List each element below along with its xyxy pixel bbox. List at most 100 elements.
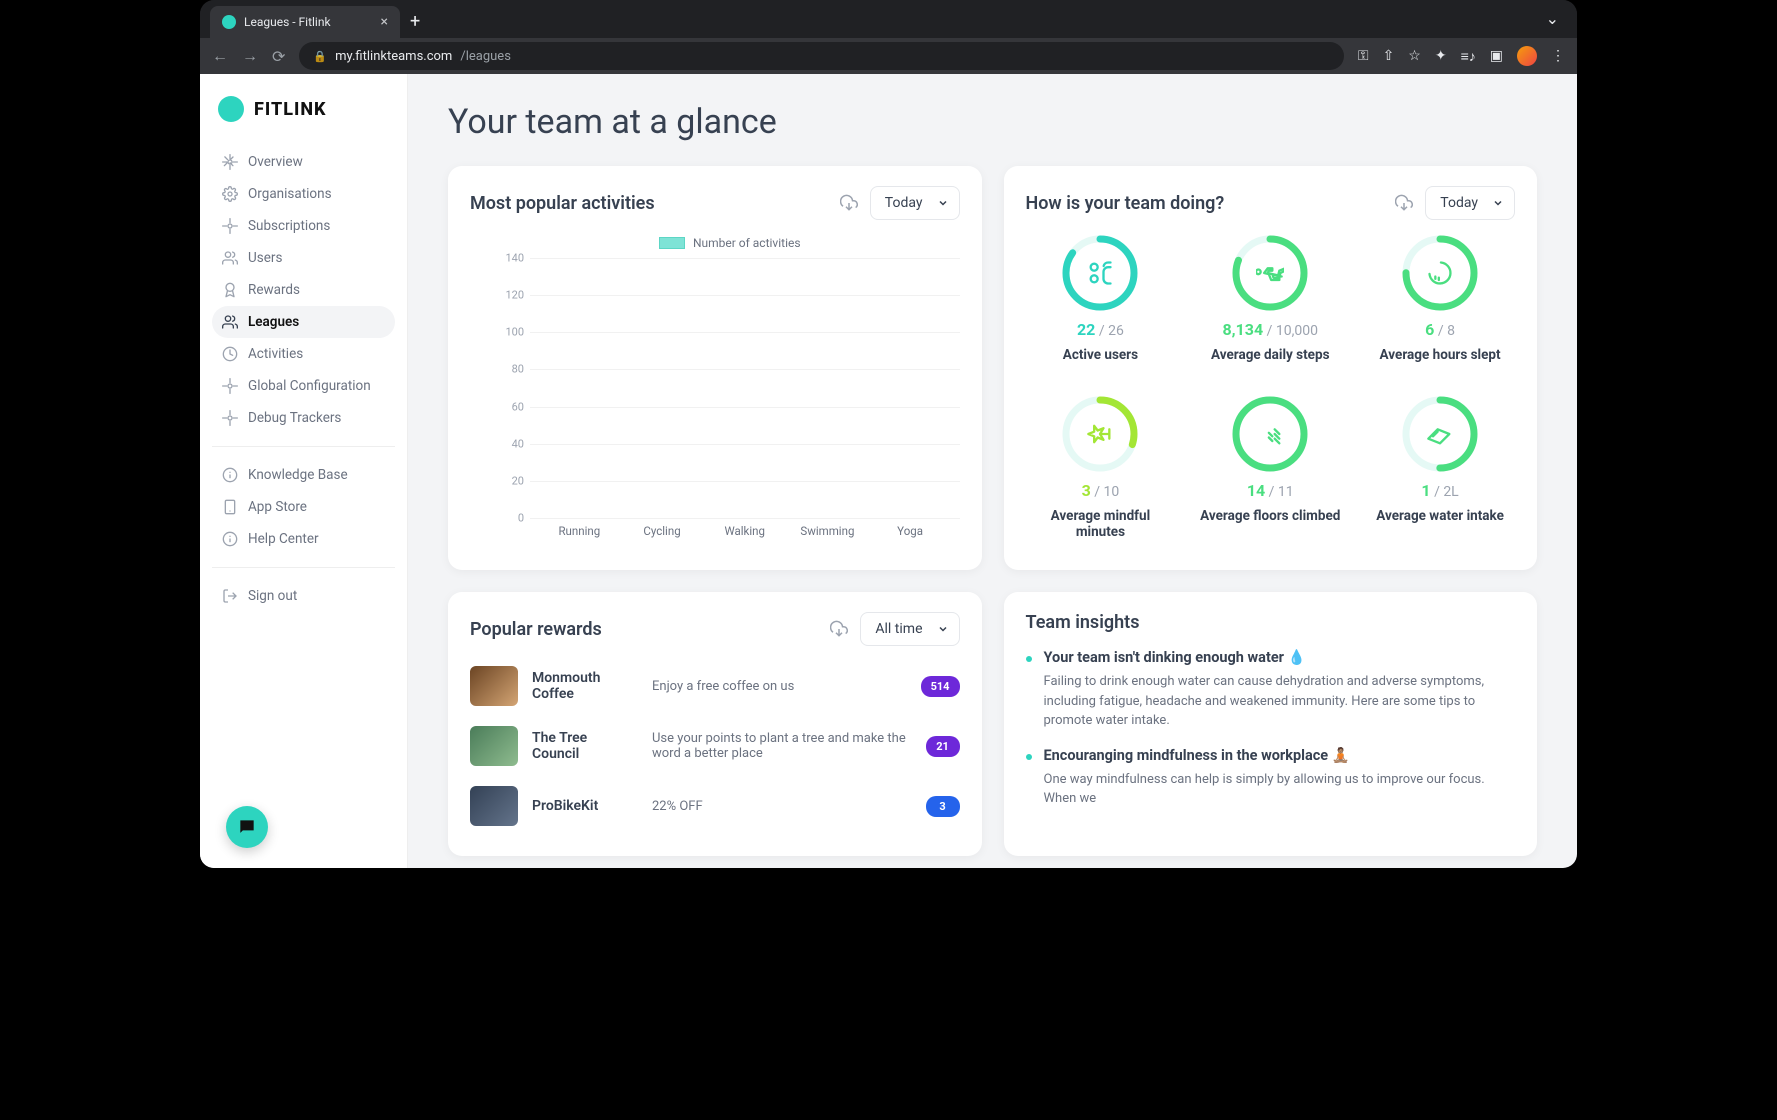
- panel-icon[interactable]: ▣: [1490, 48, 1503, 64]
- sidebar-item-label: Overview: [248, 154, 303, 170]
- logo-text: FITLINK: [254, 99, 326, 120]
- stat-label: Average floors climbed: [1200, 508, 1340, 524]
- reward-image: [470, 666, 518, 706]
- overview-icon: [222, 154, 238, 170]
- sidebar-item-rewards[interactable]: Rewards: [212, 274, 395, 306]
- sidebar-item-label: Help Center: [248, 531, 319, 547]
- forward-icon[interactable]: →: [242, 46, 258, 66]
- sidebar-item-knowledge-base[interactable]: Knowledge Base: [212, 459, 395, 491]
- subscriptions-icon: [222, 218, 238, 234]
- stat-label: Average mindful minutes: [1026, 508, 1176, 540]
- chart-bars: [538, 258, 952, 518]
- sidebar-item-subscriptions[interactable]: Subscriptions: [212, 210, 395, 242]
- address-bar[interactable]: 🔒 my.fitlinkteams.com/leagues: [299, 42, 1344, 70]
- sidebar-item-users[interactable]: Users: [212, 242, 395, 274]
- sidebar-divider: [212, 446, 395, 447]
- team-card: How is your team doing? Today 22 / 26 Ac…: [1004, 166, 1538, 570]
- browser-tab[interactable]: Leagues - Fitlink ×: [210, 6, 400, 38]
- chart-y-tick: 40: [500, 437, 524, 450]
- legend-swatch: [659, 237, 685, 249]
- activities-card: Most popular activities Today Nu: [448, 166, 982, 570]
- browser-tab-strip: Leagues - Fitlink × + ⌄: [200, 0, 1577, 38]
- stat-item: 3 / 10 Average mindful minutes: [1026, 395, 1176, 540]
- reward-count-badge: 21: [926, 736, 960, 757]
- period-select[interactable]: All time: [860, 612, 959, 646]
- reward-row[interactable]: ProBikeKit 22% OFF 3: [470, 776, 960, 836]
- stat-item: 1 / 2L Average water intake: [1365, 395, 1515, 540]
- download-icon[interactable]: [1395, 194, 1413, 212]
- sidebar-item-organisations[interactable]: Organisations: [212, 178, 395, 210]
- sidebar-item-debug-trackers[interactable]: Debug Trackers: [212, 402, 395, 434]
- insight-body: One way mindfulness can help is simply b…: [1044, 770, 1516, 809]
- key-icon[interactable]: ⚿: [1358, 48, 1369, 64]
- insight-item: Encouranging mindfulness in the workplac…: [1026, 747, 1516, 809]
- stat-ring: [1061, 395, 1139, 473]
- rewards-card: Popular rewards All time Monmouth Coffee…: [448, 592, 982, 856]
- sidebar-item-label: Rewards: [248, 282, 300, 298]
- sidebar-item-label: Subscriptions: [248, 218, 330, 234]
- page-title: Your team at a glance: [448, 102, 1537, 142]
- sidebar-item-label: Organisations: [248, 186, 332, 202]
- period-value: Today: [1440, 195, 1478, 211]
- chevron-down-icon: [937, 623, 949, 635]
- extensions-icon[interactable]: ✦: [1435, 48, 1447, 64]
- media-icon[interactable]: ≡♪: [1461, 48, 1476, 65]
- insights-card: Team insights Your team isn't dinking en…: [1004, 592, 1538, 856]
- chart-y-tick: 140: [500, 252, 524, 265]
- chart-x-label: Swimming: [790, 524, 864, 538]
- close-icon[interactable]: ×: [381, 14, 388, 30]
- chart-y-tick: 60: [500, 400, 524, 413]
- leagues-icon: [222, 314, 238, 330]
- share-icon[interactable]: ⇧: [1383, 48, 1395, 64]
- reward-row[interactable]: Monmouth Coffee Enjoy a free coffee on u…: [470, 656, 960, 716]
- legend-label: Number of activities: [693, 236, 801, 250]
- reward-row[interactable]: The Tree Council Use your points to plan…: [470, 716, 960, 776]
- url-path: /leagues: [460, 49, 511, 64]
- stat-item: 6 / 8 Average hours slept: [1365, 234, 1515, 363]
- chart-x-label: Walking: [708, 524, 782, 538]
- stat-value: 22 / 26: [1077, 320, 1124, 339]
- sidebar-item-global-configuration[interactable]: Global Configuration: [212, 370, 395, 402]
- stat-label: Average daily steps: [1211, 347, 1330, 363]
- sidebar-signout[interactable]: Sign out: [212, 580, 395, 612]
- card-title: Popular rewards: [470, 619, 602, 640]
- download-icon[interactable]: [830, 620, 848, 638]
- insight-item: Your team isn't dinking enough water 💧 F…: [1026, 649, 1516, 731]
- profile-avatar[interactable]: [1517, 46, 1537, 66]
- logo[interactable]: FITLINK: [212, 92, 395, 146]
- card-title: Most popular activities: [470, 193, 655, 214]
- back-icon[interactable]: ←: [212, 46, 228, 66]
- sidebar-item-label: Debug Trackers: [248, 410, 341, 426]
- period-select[interactable]: Today: [1425, 186, 1515, 220]
- reload-icon[interactable]: ⟳: [272, 47, 285, 66]
- stat-ring: [1061, 234, 1139, 312]
- signout-icon: [222, 588, 238, 604]
- insight-title: Your team isn't dinking enough water 💧: [1044, 649, 1516, 666]
- browser-toolbar: ← → ⟳ 🔒 my.fitlinkteams.com/leagues ⚿ ⇧ …: [200, 38, 1577, 74]
- main-content: Your team at a glance Most popular activ…: [408, 74, 1577, 868]
- sidebar-item-overview[interactable]: Overview: [212, 146, 395, 178]
- sidebar-item-leagues[interactable]: Leagues: [212, 306, 395, 338]
- tab-favicon: [222, 15, 236, 29]
- sidebar-item-activities[interactable]: Activities: [212, 338, 395, 370]
- tabs-overflow-icon[interactable]: ⌄: [1528, 0, 1577, 38]
- stat-value: 8,134 / 10,000: [1223, 320, 1318, 339]
- sidebar-item-help-center[interactable]: Help Center: [212, 523, 395, 555]
- stat-icon: [1061, 234, 1139, 312]
- card-title: Team insights: [1026, 612, 1516, 633]
- chart-y-tick: 0: [500, 512, 524, 525]
- reward-count-badge: 514: [921, 676, 960, 697]
- stat-ring: [1231, 234, 1309, 312]
- download-icon[interactable]: [840, 194, 858, 212]
- new-tab-button[interactable]: +: [400, 5, 430, 38]
- menu-icon[interactable]: ⋮: [1551, 48, 1565, 64]
- card-title: How is your team doing?: [1026, 193, 1225, 214]
- sidebar-item-app-store[interactable]: App Store: [212, 491, 395, 523]
- bookmark-icon[interactable]: ☆: [1408, 48, 1421, 64]
- chart-y-tick: 20: [500, 474, 524, 487]
- stat-icon: [1061, 395, 1139, 473]
- period-select[interactable]: Today: [870, 186, 960, 220]
- reward-image: [470, 786, 518, 826]
- stat-label: Average hours slept: [1380, 347, 1501, 363]
- chat-fab[interactable]: [226, 806, 268, 848]
